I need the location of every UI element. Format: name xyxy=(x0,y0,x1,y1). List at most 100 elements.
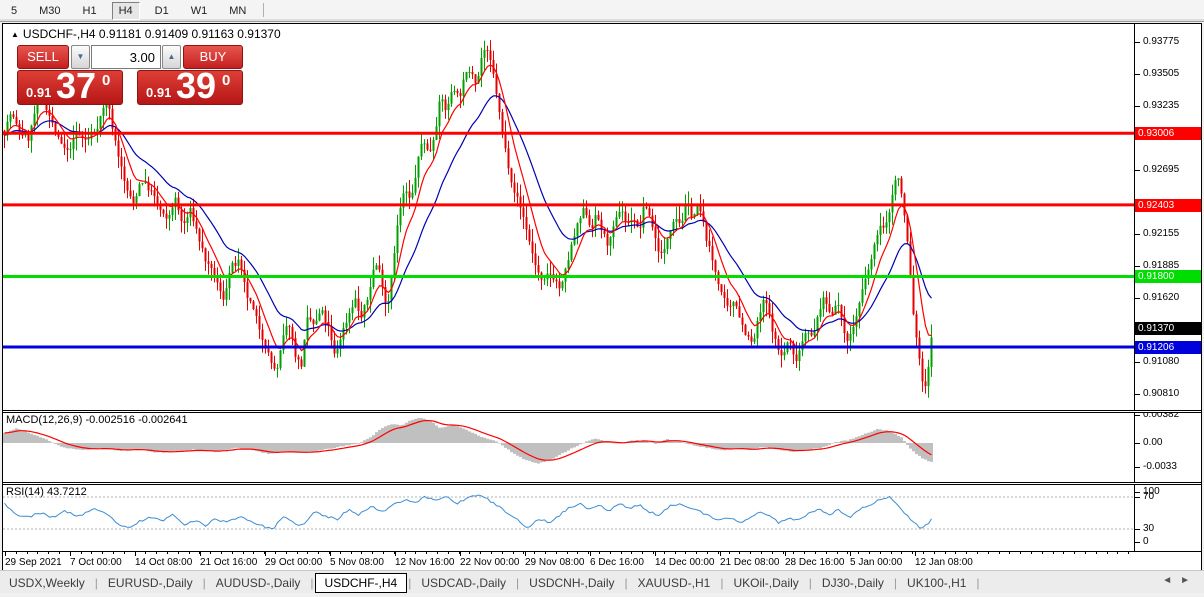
time-tick xyxy=(361,552,362,554)
time-axis-label: 29 Sep 2021 xyxy=(5,557,62,568)
time-axis-labels[interactable]: 29 Sep 20217 Oct 00:0014 Oct 08:0021 Oct… xyxy=(3,556,1201,570)
tab-separator: | xyxy=(408,576,411,590)
time-tick xyxy=(59,552,60,554)
macd-axis-separator xyxy=(1134,413,1135,482)
time-tick xyxy=(405,552,406,554)
collapse-arrow-icon[interactable]: ▲ xyxy=(11,30,19,39)
price-axis-tick-label: 0.90810 xyxy=(1143,388,1179,400)
price-axis-tick-label: 0.91620 xyxy=(1143,292,1179,304)
chart-tab-bar: USDX,Weekly|EURUSD-,Daily|AUDUSD-,Daily|… xyxy=(0,570,1204,594)
time-tick xyxy=(1063,552,1064,554)
chart-tab-audusd-daily[interactable]: AUDUSD-,Daily xyxy=(207,574,310,592)
time-tick xyxy=(253,552,254,554)
price-axis-tick xyxy=(1135,394,1140,395)
time-tick xyxy=(102,552,103,554)
timeframe-button-h1[interactable]: H1 xyxy=(76,2,104,20)
timeframe-button-d1[interactable]: D1 xyxy=(148,2,176,20)
time-axis-label: 12 Nov 16:00 xyxy=(395,557,455,568)
volume-input[interactable] xyxy=(91,45,161,69)
price-level-tag: 0.91206 xyxy=(1135,341,1201,354)
time-tick xyxy=(631,552,632,554)
time-tick xyxy=(901,552,902,554)
time-tick xyxy=(523,552,524,554)
macd-axis-tick-label: -0.0033 xyxy=(1143,461,1177,473)
macd-axis-tick xyxy=(1135,467,1140,468)
sell-price-box[interactable]: 0.91 37 0 xyxy=(17,70,123,105)
timeframe-button-mn[interactable]: MN xyxy=(222,2,253,20)
macd-label: MACD(12,26,9) -0.002516 -0.002641 xyxy=(6,414,188,426)
rsi-axis-tick xyxy=(1135,542,1140,543)
time-tick xyxy=(178,552,179,554)
time-axis-label: 21 Dec 08:00 xyxy=(720,557,780,568)
tab-separator: | xyxy=(203,576,206,590)
chart-tab-usdx-weekly[interactable]: USDX,Weekly xyxy=(0,574,94,592)
price-axis-tick-label: 0.92155 xyxy=(1143,228,1179,240)
chart-tab-usdcnh-daily[interactable]: USDCNH-,Daily xyxy=(520,574,623,592)
time-axis-label: 7 Oct 00:00 xyxy=(70,557,122,568)
time-tick xyxy=(977,552,978,554)
price-axis-tick xyxy=(1135,170,1140,171)
chart-tab-dj30-daily[interactable]: DJ30-,Daily xyxy=(813,574,893,592)
time-tick xyxy=(880,552,881,554)
time-tick xyxy=(1128,552,1129,554)
time-tick xyxy=(588,552,589,554)
price-axis-tick xyxy=(1135,234,1140,235)
time-axis-label: 5 Nov 08:00 xyxy=(330,557,384,568)
time-tick xyxy=(761,552,762,554)
chart-title-text: USDCHF-,H4 0.91181 0.91409 0.91163 0.913… xyxy=(23,27,281,41)
time-tick xyxy=(340,552,341,554)
time-tick xyxy=(642,552,643,554)
macd-pane[interactable]: MACD(12,26,9) -0.002516 -0.002641 0.0038… xyxy=(3,413,1201,482)
chart-tab-uk100-h1[interactable]: UK100-,H1 xyxy=(898,574,975,592)
price-level-tag: 0.91800 xyxy=(1135,270,1201,283)
time-tick xyxy=(145,552,146,554)
buy-price-pipette: 0 xyxy=(222,72,230,89)
time-tick xyxy=(653,552,654,554)
rsi-pane[interactable]: RSI(14) 43.7212 10070300 xyxy=(3,485,1201,551)
price-axis-tick xyxy=(1135,74,1140,75)
time-tick xyxy=(1031,552,1032,554)
chart-tab-xauusd-h1[interactable]: XAUUSD-,H1 xyxy=(629,574,720,592)
time-tick xyxy=(275,552,276,554)
time-tick xyxy=(869,552,870,554)
toolbar-divider xyxy=(263,3,264,17)
time-tick xyxy=(750,552,751,554)
buy-price-box[interactable]: 0.91 39 0 xyxy=(137,70,243,105)
rsi-axis-tick-label: 0 xyxy=(1143,536,1149,548)
time-tick xyxy=(847,552,848,554)
time-tick xyxy=(27,552,28,554)
timeframe-button-h4[interactable]: H4 xyxy=(112,2,140,20)
time-tick xyxy=(999,552,1000,554)
price-axis-tick xyxy=(1135,106,1140,107)
chart-title: ▲ USDCHF-,H4 0.91181 0.91409 0.91163 0.91… xyxy=(11,27,281,41)
timeframe-button-m30[interactable]: M30 xyxy=(32,2,67,20)
tab-separator: | xyxy=(976,576,979,590)
time-tick xyxy=(1009,552,1010,554)
time-tick xyxy=(772,552,773,554)
timeframe-button-5[interactable]: 5 xyxy=(4,2,24,20)
chart-tab-ukoil-daily[interactable]: UKOil-,Daily xyxy=(724,574,807,592)
tab-separator: | xyxy=(516,576,519,590)
time-tick xyxy=(1096,552,1097,554)
chart-tab-usdchf-h4[interactable]: USDCHF-,H4 xyxy=(315,573,408,593)
time-tick xyxy=(923,552,924,554)
tab-scroll-arrows[interactable]: ◄► xyxy=(1162,575,1198,586)
time-axis-label: 22 Nov 00:00 xyxy=(460,557,520,568)
time-tick xyxy=(491,552,492,554)
time-tick xyxy=(545,552,546,554)
chart-tab-usdcad-daily[interactable]: USDCAD-,Daily xyxy=(412,574,515,592)
time-tick xyxy=(383,552,384,554)
tab-separator: | xyxy=(95,576,98,590)
time-tick xyxy=(804,552,805,554)
time-tick xyxy=(37,552,38,554)
macd-axis-tick xyxy=(1135,443,1140,444)
time-tick xyxy=(556,552,557,554)
time-tick xyxy=(826,552,827,554)
price-pane[interactable]: ▲ USDCHF-,H4 0.91181 0.91409 0.91163 0.91… xyxy=(3,24,1201,410)
rsi-chart-svg[interactable] xyxy=(3,485,1134,551)
time-tick xyxy=(577,552,578,554)
timeframe-button-w1[interactable]: W1 xyxy=(184,2,215,20)
price-axis-tick-label: 0.92695 xyxy=(1143,164,1179,176)
chart-tab-eurusd-daily[interactable]: EURUSD-,Daily xyxy=(99,574,202,592)
price-axis-tick xyxy=(1135,362,1140,363)
